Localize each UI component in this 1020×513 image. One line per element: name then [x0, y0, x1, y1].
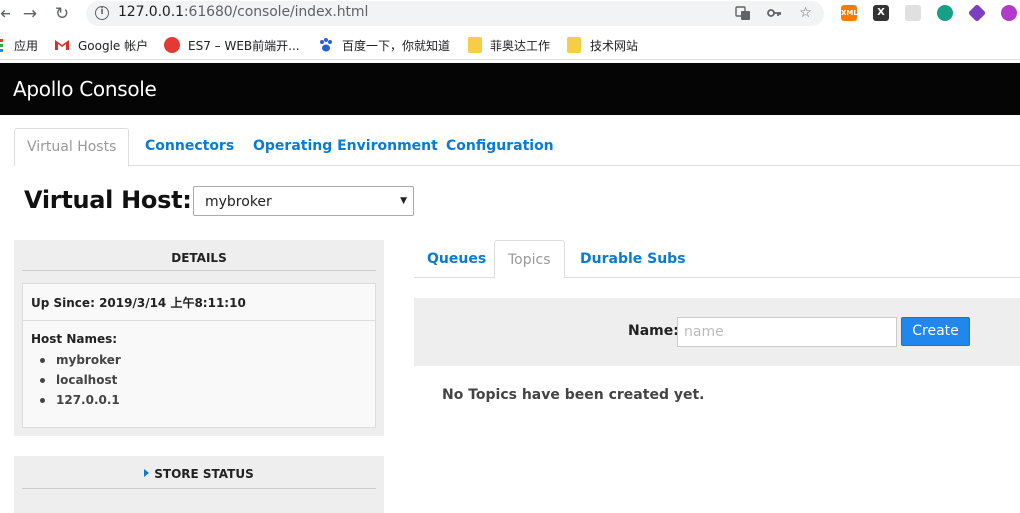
- app-header: Apollo Console: [0, 63, 1020, 115]
- details-panel: DETAILS Up Since: 2019/3/14 上午8:11:10 Ho…: [14, 240, 384, 436]
- bookmark-star-icon[interactable]: ☆: [797, 5, 814, 22]
- bookmark-google-account[interactable]: Google 帐户: [78, 37, 148, 55]
- tab-virtual-hosts[interactable]: Virtual Hosts: [14, 128, 130, 167]
- gmail-icon: [54, 37, 70, 53]
- apps-icon[interactable]: [0, 37, 4, 53]
- main-tabs: Virtual Hosts Connectors Operating Envir…: [14, 128, 1020, 167]
- virtual-host-select[interactable]: mybroker ▼: [193, 186, 414, 216]
- destination-tabs: Queues Topics Durable Subs: [414, 240, 1020, 279]
- create-button[interactable]: Create: [901, 317, 970, 346]
- up-since-label: Up Since:: [31, 296, 95, 310]
- browser-toolbar: ← → ↻ i 127.0.0.1:61680/console/index.ht…: [0, 0, 1020, 28]
- xml-extension-icon[interactable]: XML: [841, 5, 858, 21]
- store-status-toggle[interactable]: STORE STATUS: [22, 456, 376, 489]
- name-label: Name:: [628, 323, 679, 339]
- host-names-label: Host Names:: [31, 332, 118, 346]
- tab-configuration[interactable]: Configuration: [434, 128, 566, 166]
- address-bar[interactable]: i 127.0.0.1:61680/console/index.html ☆: [86, 1, 824, 26]
- html-icon: [164, 37, 180, 53]
- create-topic-form: Name: Create: [414, 298, 1020, 366]
- circle-extension-icon[interactable]: [1001, 5, 1017, 21]
- tab-operating-environment[interactable]: Operating Environment: [241, 128, 450, 166]
- details-box: Up Since: 2019/3/14 上午8:11:10 Host Names…: [22, 283, 376, 428]
- name-input[interactable]: [677, 317, 897, 347]
- tab-queues[interactable]: Queues: [414, 240, 499, 278]
- list-item: mybroker: [40, 352, 121, 372]
- bookmark-folder-tech[interactable]: 技术网站: [590, 37, 638, 55]
- up-since-value: 2019/3/14 上午8:11:10: [99, 296, 246, 310]
- reload-icon[interactable]: ↻: [52, 4, 72, 24]
- up-since-row: Up Since: 2019/3/14 上午8:11:10: [23, 284, 375, 321]
- store-status-panel: STORE STATUS: [14, 456, 384, 513]
- list-item: 127.0.0.1: [40, 392, 121, 412]
- tab-topics[interactable]: Topics: [494, 240, 565, 279]
- url-host: 127.0.0.1: [118, 4, 184, 20]
- forward-icon[interactable]: →: [20, 4, 40, 24]
- translate-icon[interactable]: [734, 5, 751, 22]
- details-heading: DETAILS: [22, 240, 376, 271]
- baidu-paw-icon: [318, 37, 334, 53]
- url-path: :61680/console/index.html: [183, 4, 369, 20]
- expand-arrow-icon: [144, 469, 150, 477]
- store-status-heading: STORE STATUS: [154, 467, 254, 481]
- bookmark-apps[interactable]: 应用: [14, 37, 38, 55]
- shield-extension-icon[interactable]: [937, 5, 953, 21]
- cube-extension-icon[interactable]: [967, 3, 987, 23]
- bookmarks-bar: 应用 Google 帐户 ES7 – WEB前端开... 百度一下，你就知道 菲…: [0, 32, 1020, 60]
- x-extension-icon[interactable]: X: [873, 5, 889, 21]
- grid-extension-icon[interactable]: [905, 5, 921, 21]
- site-info-icon[interactable]: i: [95, 6, 109, 20]
- tab-connectors[interactable]: Connectors: [133, 128, 246, 166]
- bookmark-baidu[interactable]: 百度一下，你就知道: [342, 37, 450, 55]
- virtual-host-label: Virtual Host:: [24, 186, 192, 214]
- bookmark-es7[interactable]: ES7 – WEB前端开...: [188, 37, 300, 55]
- dropdown-arrow-icon: ▼: [400, 196, 407, 206]
- list-item: localhost: [40, 372, 121, 392]
- tab-durable-subs[interactable]: Durable Subs: [567, 240, 699, 278]
- virtual-host-selected-value: mybroker: [205, 194, 272, 210]
- key-icon[interactable]: [765, 5, 782, 22]
- back-icon[interactable]: ←: [0, 4, 10, 24]
- app-title[interactable]: Apollo Console: [13, 77, 157, 101]
- host-names-list: mybroker localhost 127.0.0.1: [40, 352, 121, 412]
- bookmark-folder-work[interactable]: 菲奥达工作: [490, 37, 550, 55]
- folder-icon: [468, 37, 482, 53]
- empty-topics-message: No Topics have been created yet.: [442, 387, 705, 403]
- folder-icon: [567, 37, 581, 53]
- url-text[interactable]: 127.0.0.1:61680/console/index.html: [118, 4, 368, 20]
